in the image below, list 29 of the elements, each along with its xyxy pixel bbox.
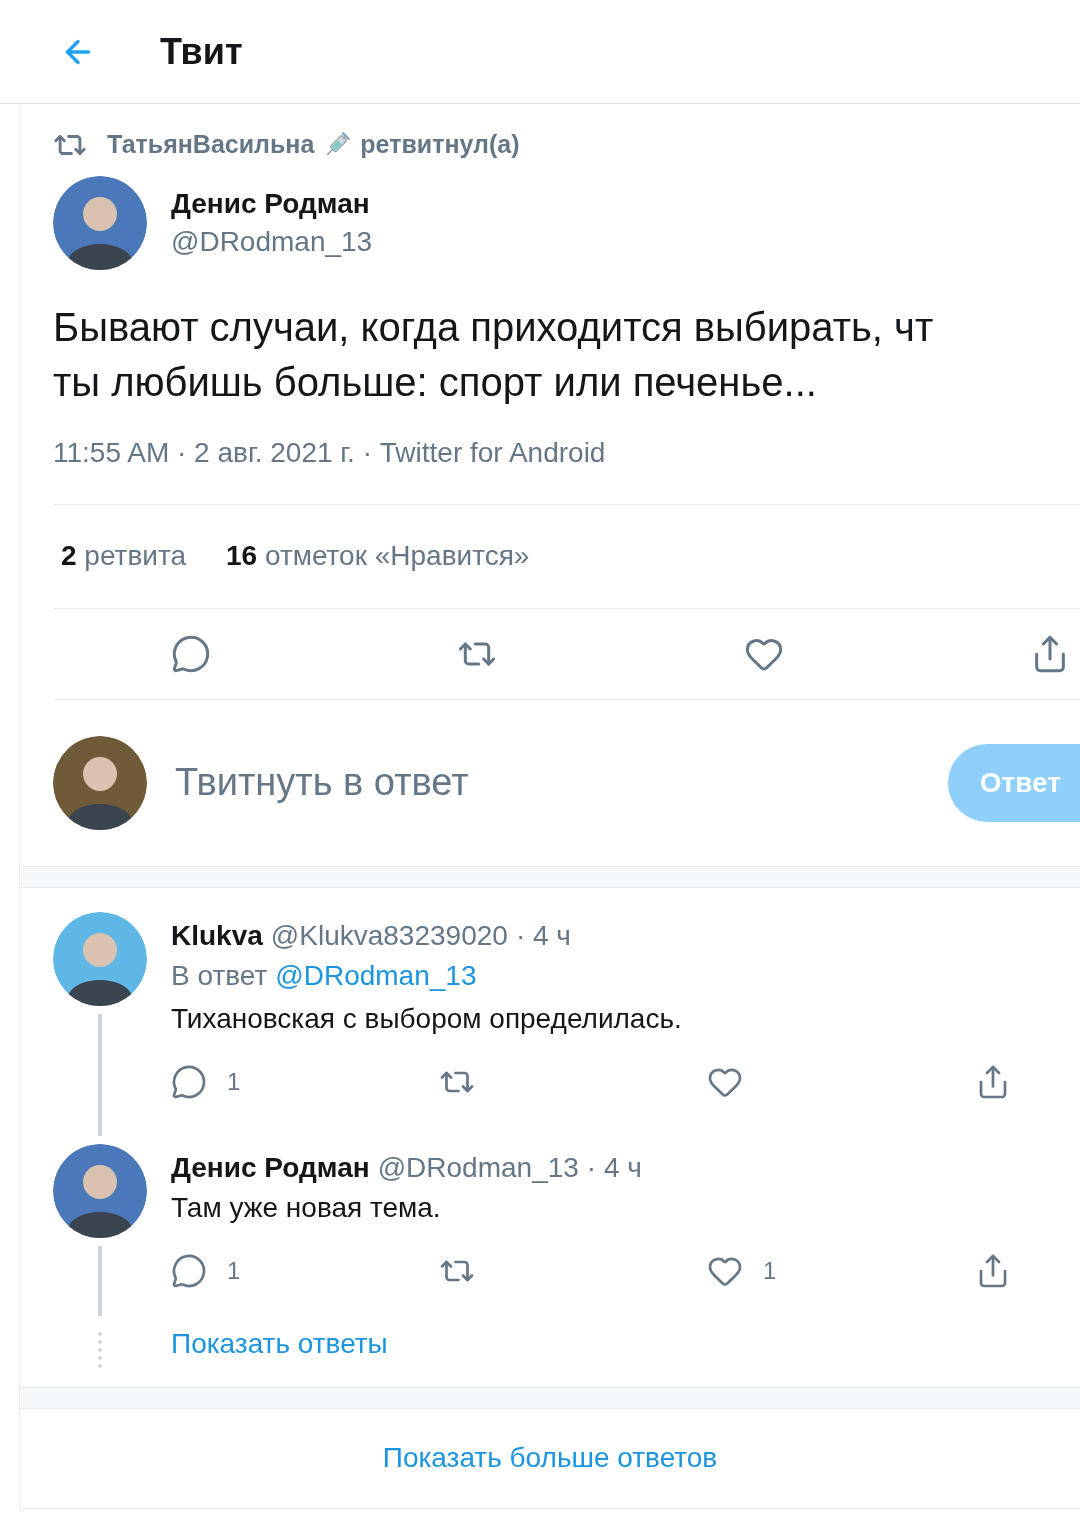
reply-icon[interactable] [171,633,211,674]
avatar-icon[interactable] [53,911,147,1006]
reply-text: Там уже новая тема. [171,1190,442,1225]
retweet-label: ретвитнул(а) [360,129,520,160]
page-title: Твит [160,29,243,74]
author-handle: @DRodman_13 [171,224,373,259]
action-count: 1 [227,1255,241,1286]
action-count: 1 [763,1255,777,1286]
reply-time: · 4 ч [586,1150,642,1185]
action-count: 1 [227,1066,241,1097]
retweeter-name[interactable]: ТатьянВасильна [107,126,315,164]
avatar-icon[interactable] [53,1143,147,1238]
reply-handle: @DRodman_13 [377,1150,579,1185]
reply-text: Тихановская с выбором определилась. [171,1001,683,1036]
avatar-icon[interactable] [53,175,147,270]
author-name[interactable]: Денис Родман [171,184,373,223]
reply-author[interactable]: Денис Родман [171,1149,370,1186]
reply-author[interactable]: Klukva [171,917,263,954]
stat-count[interactable]: 2 ретвита [61,535,186,577]
tweet-text: Бывают случаи, когда приходится выбирать, чт [53,303,935,351]
reply-icon[interactable] [171,1252,207,1289]
tweet-meta: 11:55 AM · 2 авг. 2021 г. · Twitter for Android [53,435,607,470]
reply-to-label: В ответ [171,958,268,993]
stat-count[interactable]: 16 отметок «Нравится» [226,535,530,577]
reply-time: · 4 ч [515,918,571,953]
avatar-icon[interactable] [53,735,147,830]
reply-handle: @Klukva83239020 [270,918,508,953]
tweet-text: ты любишь больше: спорт или печенье... [53,358,818,406]
reply-icon[interactable] [171,1063,207,1100]
